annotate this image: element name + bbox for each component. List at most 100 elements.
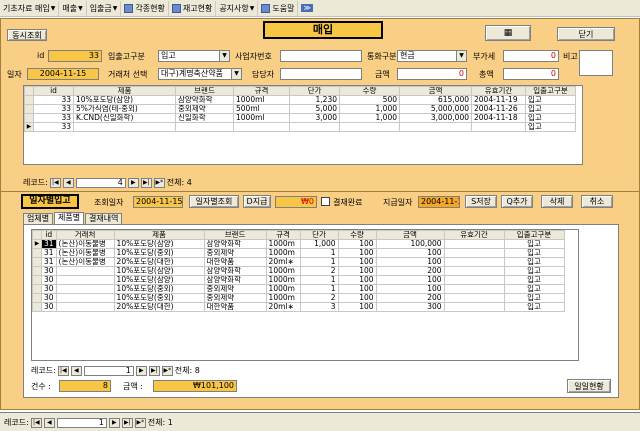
table-cell[interactable]: 1000m — [265, 293, 301, 303]
column-header[interactable]: 거래처 — [55, 230, 115, 240]
table-cell[interactable]: 615,000 — [399, 95, 472, 105]
column-header[interactable]: 브랜드 — [175, 86, 234, 96]
query-date-field[interactable]: 2004-11-15 — [133, 196, 183, 208]
table-cell[interactable]: (논산)이동물병 — [55, 257, 115, 267]
column-header[interactable]: 브랜드 — [203, 230, 267, 240]
table-cell[interactable]: 31 — [41, 239, 57, 249]
table-cell[interactable]: 100,000 — [375, 239, 445, 249]
table-cell[interactable]: 300 — [375, 302, 445, 312]
column-header[interactable]: id — [33, 86, 74, 96]
table-row[interactable]: 30 20%포도당(대한) 대한약품 20ml∗ 3 100 300 입고 — [32, 302, 565, 312]
row-selector[interactable] — [32, 248, 42, 258]
row-selector[interactable] — [24, 113, 34, 123]
table-cell[interactable]: 2 — [299, 293, 339, 303]
tab-vendor[interactable]: 업체별 — [23, 213, 54, 224]
table-cell[interactable] — [443, 239, 505, 249]
table-cell[interactable]: 삼양약화학 — [203, 266, 267, 276]
table-row[interactable]: 30 10%포도당(삼양) 삼양약화학 1000m 2 100 200 입고 — [32, 266, 565, 276]
column-header[interactable]: 단가 — [299, 230, 339, 240]
table-cell[interactable] — [443, 302, 505, 312]
table-cell[interactable]: (논산)이동물병 — [55, 248, 115, 258]
table-cell[interactable]: 1,230 — [289, 95, 340, 105]
table-cell[interactable] — [175, 122, 234, 132]
manager-field[interactable] — [280, 68, 362, 80]
table-cell[interactable] — [399, 122, 472, 132]
table-cell[interactable]: 10%포도당(삼양) — [73, 95, 176, 105]
table-cell[interactable]: 1,000 — [339, 113, 400, 123]
record-position[interactable]: 4 — [75, 177, 126, 188]
table-cell[interactable]: 100 — [337, 257, 377, 267]
table-cell[interactable] — [443, 275, 505, 285]
column-header[interactable]: 제품 — [73, 86, 176, 96]
column-header[interactable]: id — [41, 230, 57, 240]
column-header[interactable]: 금액 — [399, 86, 472, 96]
table-row[interactable]: 30 10%포도당(중외) 중외제약 1000m 1 100 100 입고 — [32, 284, 565, 294]
menu-cash[interactable]: 입출금 ▼ — [87, 0, 122, 16]
table-cell[interactable]: 20ml∗ — [265, 302, 301, 312]
row-selector[interactable] — [24, 95, 34, 105]
table-cell[interactable]: 입고 — [503, 257, 565, 267]
table-cell[interactable]: 33 — [33, 122, 74, 132]
table-cell[interactable] — [443, 266, 505, 276]
dpay-button[interactable]: D지급 — [243, 195, 271, 208]
settle-checkbox[interactable] — [321, 197, 330, 206]
table-cell[interactable] — [73, 122, 176, 132]
tab-product[interactable]: 제품별 — [54, 212, 85, 224]
cancel-button[interactable]: 취소 — [581, 195, 613, 208]
table-cell[interactable]: 200 — [375, 293, 445, 303]
daily-query-button[interactable]: 일자별조회 — [189, 195, 239, 208]
menu-notice[interactable]: 공지사항 ▼ — [216, 0, 259, 16]
table-row[interactable]: 31 (논산)이동물병 10%포도당(중외) 중외제약 1000m 1 100 100 입고 — [32, 248, 565, 258]
table-cell[interactable]: 입고 — [503, 248, 565, 258]
count-field[interactable]: 8 — [59, 380, 111, 392]
menu-basic[interactable]: 기초자료 매입 ▼ — [0, 0, 60, 16]
close-button[interactable]: 닫기 — [557, 27, 615, 41]
record-position[interactable]: 1 — [83, 365, 134, 376]
table-cell[interactable]: 100 — [375, 284, 445, 294]
column-header[interactable]: 금액 — [375, 230, 445, 240]
table-cell[interactable]: K.CND(신일화학) — [73, 113, 176, 123]
table-cell[interactable] — [443, 257, 505, 267]
table-cell[interactable]: 대한약품 — [203, 302, 267, 312]
vendor-select[interactable]: 대구)계명축산약품 ▼ — [158, 68, 242, 80]
table-cell[interactable]: 중외제약 — [203, 248, 267, 258]
menu-reports[interactable]: 각종현황 — [121, 0, 169, 16]
table-cell[interactable]: 중외제약 — [175, 104, 234, 114]
row-selector[interactable] — [32, 284, 42, 294]
table-cell[interactable]: 1 — [299, 257, 339, 267]
table-cell[interactable]: 10%포도당(중외) — [113, 284, 205, 294]
table-cell[interactable]: (논산)이동물병 — [55, 239, 115, 249]
column-header[interactable]: 단가 — [289, 86, 340, 96]
table-cell[interactable]: 10%포도당(삼양) — [113, 239, 205, 249]
menu-overflow[interactable]: ≫ — [298, 1, 315, 16]
last-record-icon[interactable]: ▶| — [140, 177, 152, 188]
table-cell[interactable]: 20ml∗ — [265, 257, 301, 267]
pay-date-field[interactable]: 2004-11-15 — [418, 196, 460, 208]
column-header[interactable]: 수량 — [339, 86, 400, 96]
table-row[interactable]: 33 10%포도당(삼양) 삼양약화학 1000ml 1,230 500 615,000 20… — [24, 95, 576, 105]
table-cell[interactable]: 1000m — [265, 275, 301, 285]
next-record-icon[interactable]: ▶ — [108, 417, 120, 428]
table-row[interactable]: ▶ 31 (논산)이동물병 10%포도당(삼양) 삼양약화학 1000m 1,000 100 1… — [32, 239, 565, 249]
add-button[interactable]: Q추가 — [501, 195, 533, 208]
table-cell[interactable]: 5,000 — [289, 104, 340, 114]
table-cell[interactable]: 삼양약화학 — [203, 275, 267, 285]
delete-button[interactable]: 삭제 — [541, 195, 573, 208]
row-selector[interactable] — [32, 302, 42, 312]
table-cell[interactable]: 입고 — [525, 122, 576, 132]
table-cell[interactable]: 신일화학 — [175, 113, 234, 123]
row-selector[interactable] — [32, 293, 42, 303]
bizno-field[interactable] — [280, 50, 362, 62]
table-cell[interactable]: 입고 — [525, 95, 576, 105]
table-row[interactable]: 30 10%포도당(삼양) 삼양약화학 1000m 1 100 100 입고 — [32, 275, 565, 285]
table-cell[interactable] — [55, 275, 115, 285]
table-cell[interactable]: 100 — [337, 239, 377, 249]
table-cell[interactable]: 100 — [337, 293, 377, 303]
table-cell[interactable]: 입고 — [525, 113, 576, 123]
daily-status-button[interactable]: 일일현황 — [567, 379, 611, 393]
table-cell[interactable]: 20%포도당(대한) — [113, 302, 205, 312]
inout-select[interactable]: 입고 ▼ — [158, 50, 230, 62]
table-cell[interactable]: 33 — [33, 113, 74, 123]
table-cell[interactable]: 30 — [41, 266, 57, 276]
last-record-icon[interactable]: ▶| — [148, 365, 160, 376]
